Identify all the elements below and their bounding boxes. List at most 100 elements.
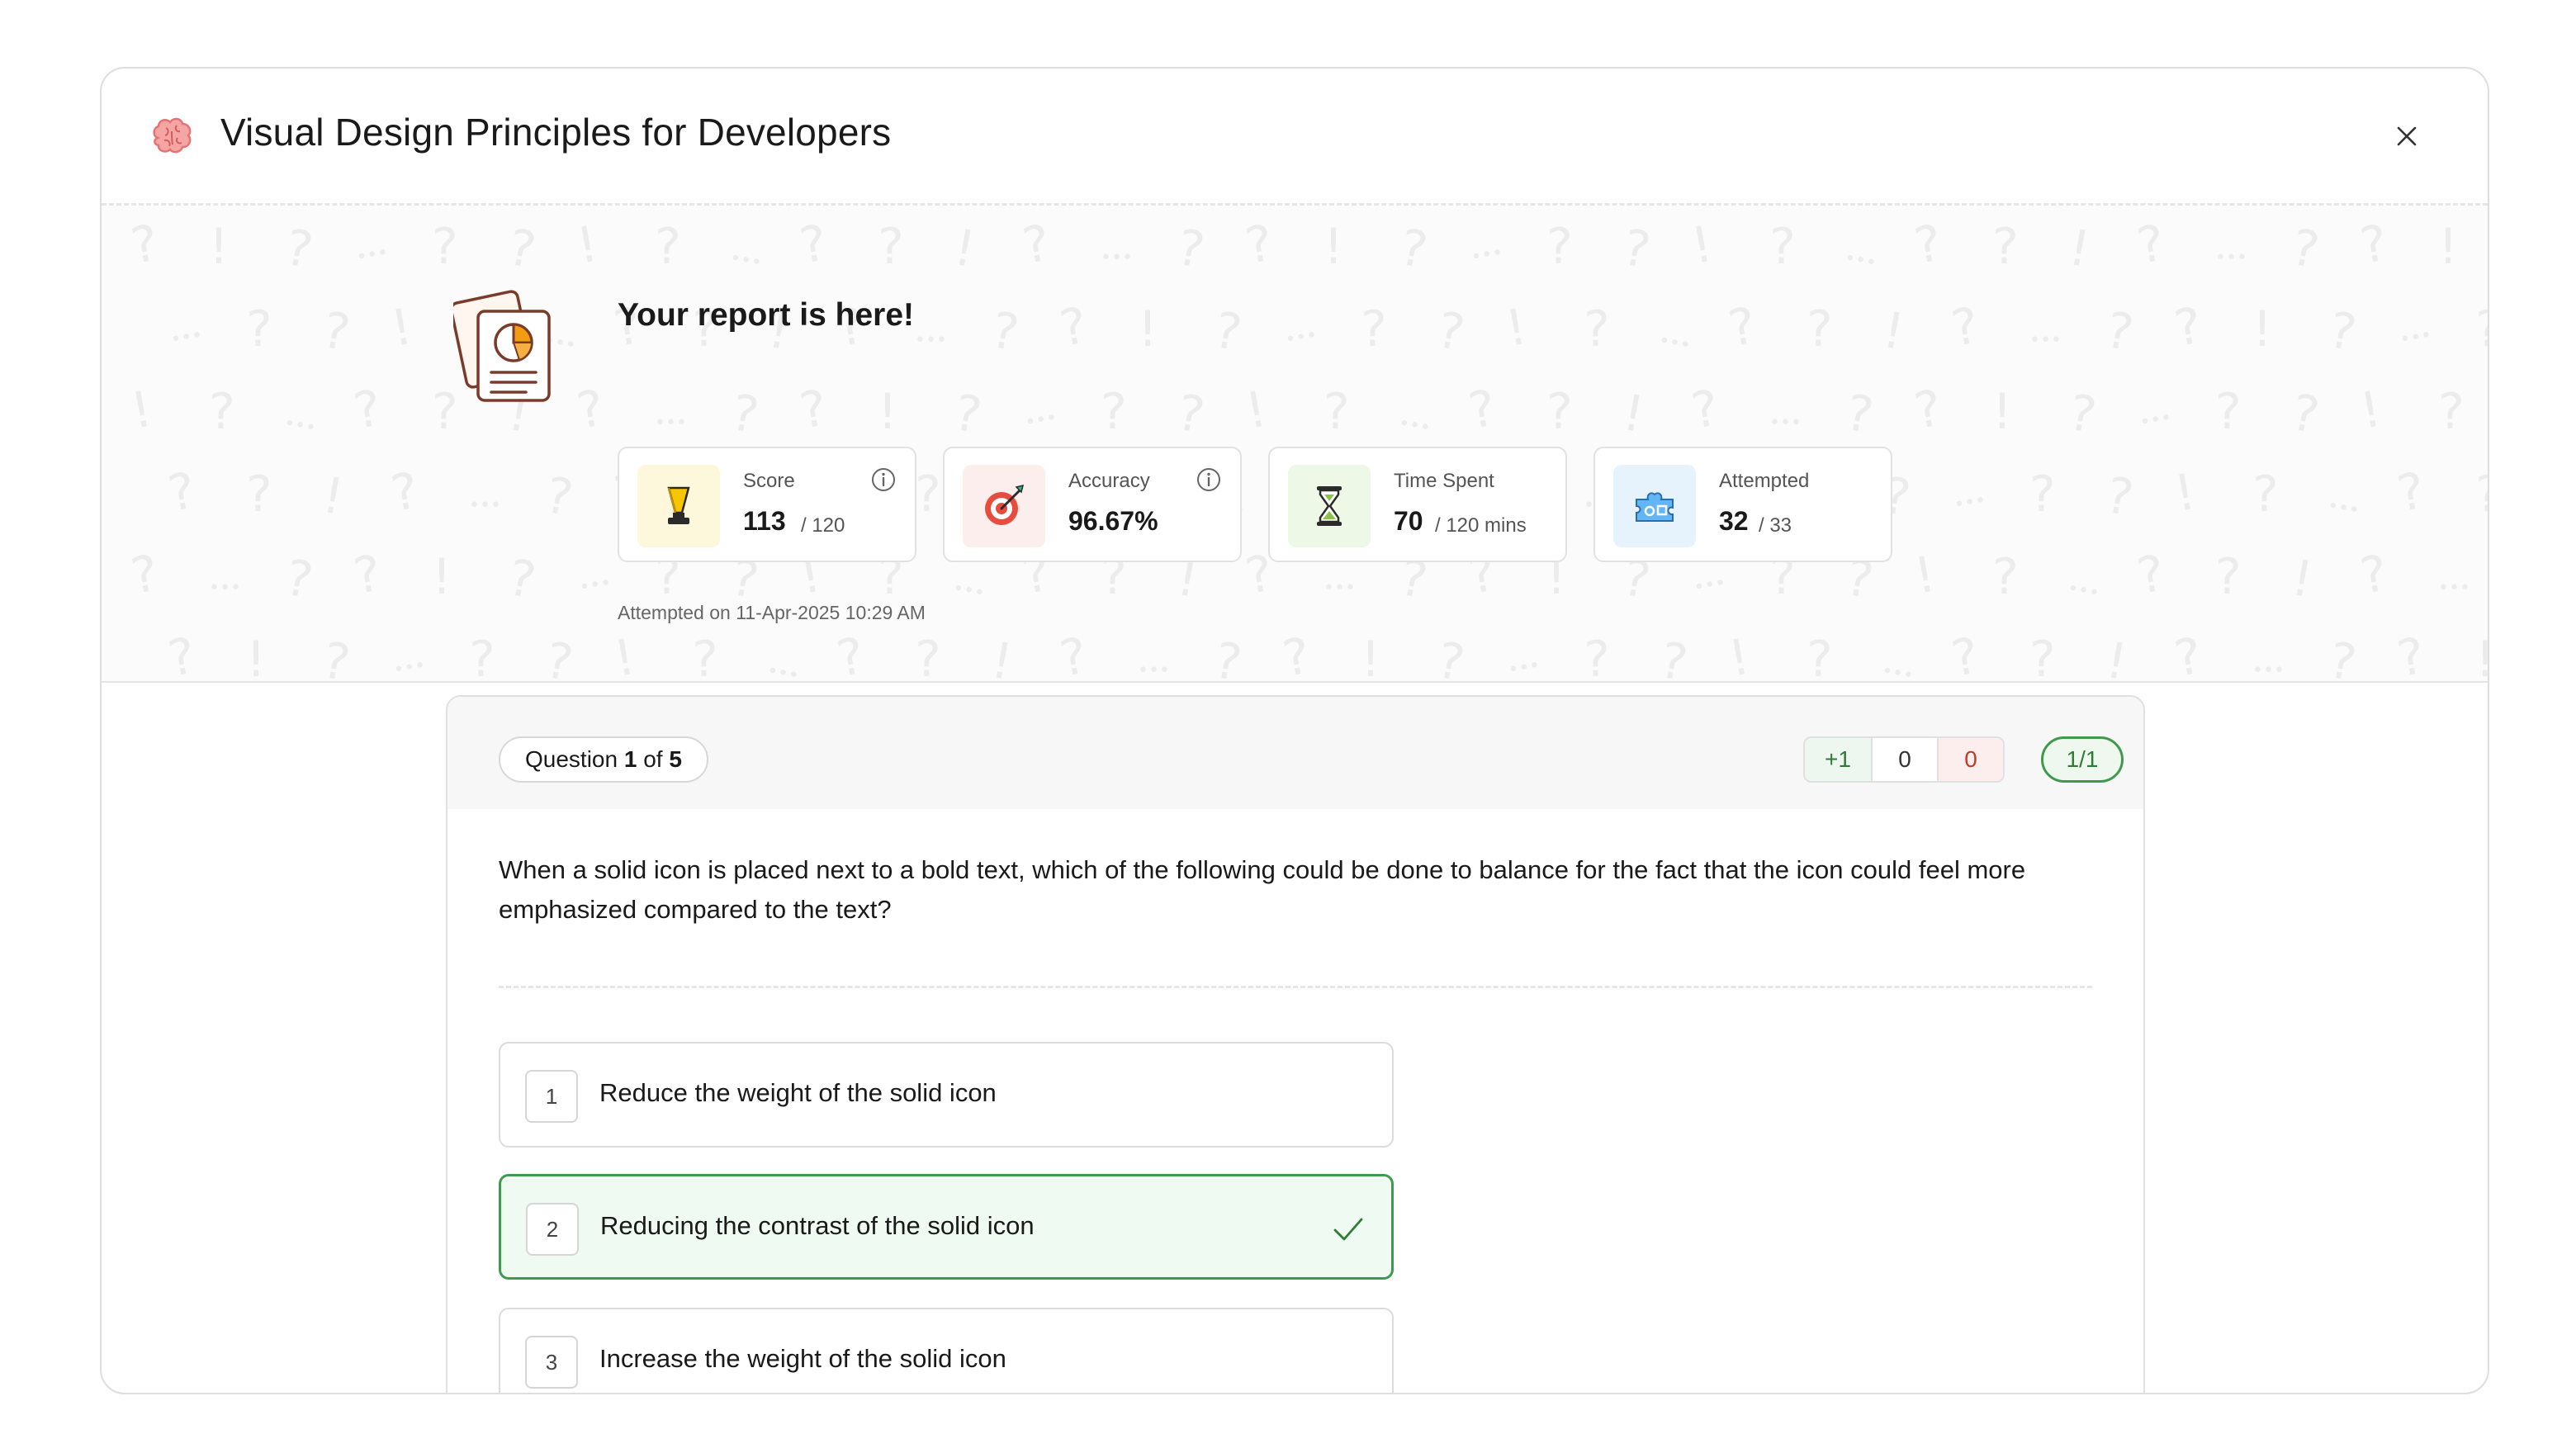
pattern-glyph: ? — [209, 383, 235, 441]
pattern-glyph: ? — [504, 219, 540, 280]
option-number: 2 — [526, 1203, 579, 1256]
option-label: Reducing the contrast of the solid icon — [600, 1211, 1035, 1240]
pattern-glyph: ? — [1992, 548, 2019, 606]
pattern-glyph: ? — [2029, 466, 2056, 523]
pattern-glyph: ? — [1584, 301, 1610, 358]
pattern-glyph: ••• — [1507, 656, 1542, 681]
pattern-glyph: ? — [163, 627, 200, 681]
pattern-glyph: ? — [1241, 214, 1277, 275]
pattern-glyph: ? — [1101, 383, 1127, 441]
pattern-glyph: ? — [915, 466, 941, 523]
pattern-glyph: ! — [2438, 218, 2458, 276]
pattern-glyph: ? — [1947, 627, 1983, 681]
pattern-glyph: ? — [281, 219, 317, 280]
pattern-glyph: ? — [349, 544, 386, 605]
option-label: Reduce the weight of the solid icon — [599, 1078, 997, 1107]
accuracy-info-icon[interactable] — [1196, 466, 1222, 493]
pattern-glyph: ••• — [2029, 330, 2062, 351]
question-total: 5 — [669, 746, 682, 772]
score-card: Score 113 / 120 — [618, 447, 916, 562]
pattern-glyph: ? — [1618, 219, 1655, 280]
pattern-glyph: ? — [541, 466, 577, 528]
time-spent-card: Time Spent 70 / 120 mins — [1268, 447, 1567, 562]
pattern-glyph: ••• — [1843, 248, 1878, 273]
pattern-glyph: ? — [1055, 296, 1091, 357]
option-1[interactable]: 1 Reduce the weight of the solid icon — [499, 1042, 1394, 1148]
pattern-glyph: ! — [572, 215, 602, 276]
question-text: When a solid icon is placed next to a bo… — [499, 855, 2026, 924]
pattern-glyph: ? — [541, 632, 577, 681]
attempted-timestamp: Attempted on 11-Apr-2025 10:29 AM — [618, 602, 926, 623]
pattern-glyph: ? — [1947, 296, 1983, 357]
time-icon-tile — [1288, 465, 1371, 547]
pattern-glyph: ? — [2064, 384, 2100, 445]
question-mark-pattern: ?!? •••??!? •••??!? •••??!? •••??!? •••??!? ••… — [126, 214, 2488, 681]
pattern-glyph: ? — [1172, 384, 1209, 445]
pattern-glyph: ? — [2393, 461, 2429, 523]
pattern-glyph: ? — [1324, 383, 1350, 441]
pattern-glyph: ? — [1841, 384, 1878, 445]
score-info-icon[interactable] — [870, 466, 897, 493]
pattern-glyph: ? — [2101, 301, 2138, 362]
pattern-glyph: ••• — [209, 578, 241, 599]
option-2-correct[interactable]: 2 Reducing the contrast of the solid ico… — [499, 1174, 1394, 1280]
pattern-glyph: ? — [1395, 219, 1432, 280]
pattern-glyph: ? — [1687, 379, 1723, 440]
report-modal: Visual Design Principles for Developers … — [100, 67, 2489, 1394]
pattern-glyph: ? — [246, 301, 272, 358]
pattern-glyph: ? — [2438, 383, 2465, 441]
pattern-glyph: ••• — [1769, 413, 1802, 433]
score-label: Score — [743, 470, 795, 492]
pattern-glyph: ••• — [1470, 243, 1505, 268]
pattern-glyph: ? — [1910, 379, 1946, 440]
pattern-glyph: ! — [1138, 301, 1158, 358]
close-button[interactable] — [2389, 118, 2425, 154]
pattern-glyph: ! — [318, 466, 348, 527]
pattern-glyph: ••• — [2215, 248, 2247, 268]
pattern-glyph: ? — [469, 631, 495, 681]
pattern-glyph: ! — [1324, 218, 1343, 276]
option-3[interactable]: 3 Increase the weight of the solid icon — [499, 1308, 1394, 1393]
pattern-glyph: ! — [126, 381, 156, 441]
pattern-glyph: ••• — [355, 243, 391, 268]
pattern-glyph: ? — [281, 549, 317, 610]
pattern-glyph: ? — [386, 461, 423, 523]
question-current: 1 — [623, 746, 637, 772]
attempted-max: / 33 — [1759, 514, 1792, 537]
score-value: 113 — [743, 506, 786, 536]
pattern-glyph: ? — [915, 631, 941, 681]
score-icon-tile — [637, 465, 720, 547]
pattern-glyph: ? — [1546, 218, 1573, 276]
pattern-glyph: ••• — [655, 413, 687, 433]
question-counter-mid: of — [637, 746, 670, 772]
pattern-glyph: ? — [2356, 214, 2392, 275]
pattern-glyph: ? — [1807, 631, 1833, 681]
pattern-glyph: ? — [2170, 627, 2206, 681]
pattern-glyph: ? — [572, 379, 608, 440]
pattern-glyph: ? — [432, 218, 458, 276]
pattern-glyph: ? — [878, 218, 904, 276]
attempted-icon-tile — [1613, 465, 1696, 547]
pattern-glyph: ? — [126, 544, 163, 605]
pattern-glyph: ! — [2064, 219, 2094, 279]
puzzle-icon — [1636, 492, 1674, 522]
pattern-glyph: ••• — [578, 573, 613, 599]
pattern-glyph: ! — [987, 632, 1016, 681]
pattern-glyph: ••• — [1953, 490, 1988, 516]
pattern-glyph: ! — [1724, 628, 1754, 681]
time-spent-max: / 120 mins — [1435, 514, 1527, 537]
pattern-glyph: ••• — [765, 660, 801, 681]
pattern-glyph: ••• — [1024, 408, 1059, 433]
pattern-glyph: ! — [2356, 381, 2385, 441]
pattern-glyph: ? — [1432, 632, 1469, 681]
pattern-glyph: ? — [1361, 301, 1387, 358]
pattern-glyph: ? — [126, 214, 163, 275]
pattern-glyph: ! — [386, 298, 416, 358]
pattern-glyph: ? — [163, 461, 200, 523]
trophy-icon — [667, 486, 690, 524]
pattern-glyph: ? — [1210, 632, 1246, 681]
pattern-glyph: ? — [1724, 296, 1760, 357]
pattern-glyph: ? — [1464, 379, 1500, 440]
accuracy-value: 96.67% — [1068, 506, 1158, 536]
pattern-glyph: ? — [1584, 631, 1610, 681]
